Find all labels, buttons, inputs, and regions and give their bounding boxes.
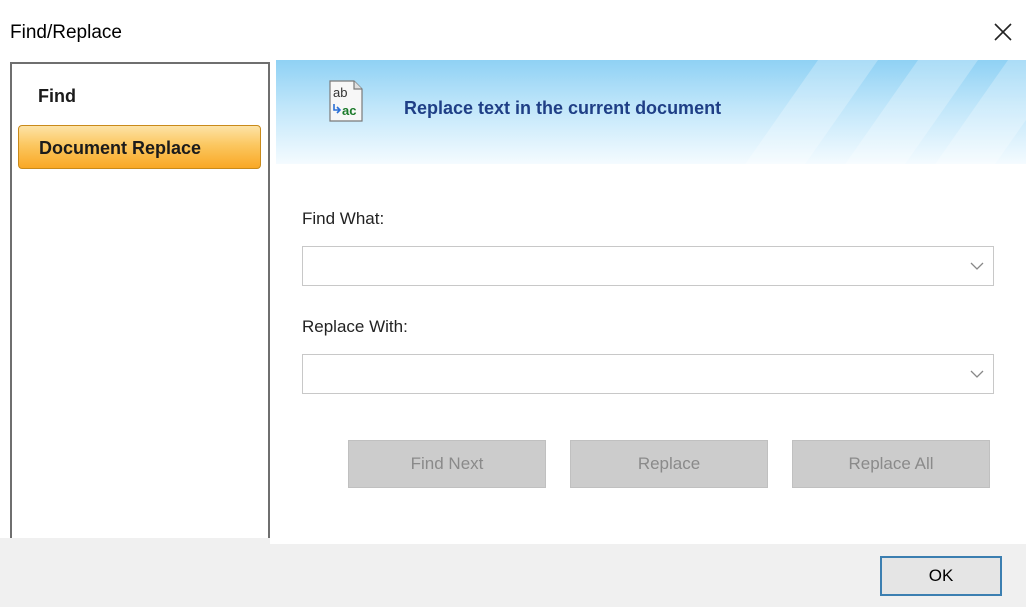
svg-text:ac: ac: [342, 103, 356, 118]
svg-text:ab: ab: [333, 85, 347, 100]
header-banner: ab ac Replace text in the current docume…: [276, 60, 1026, 164]
sidebar: Find Document Replace: [10, 62, 270, 542]
replace-all-button[interactable]: Replace All: [792, 440, 990, 488]
title-bar: Find/Replace: [0, 0, 1026, 60]
find-next-button[interactable]: Find Next: [348, 440, 546, 488]
chevron-down-icon[interactable]: [969, 367, 985, 381]
close-icon: [994, 23, 1012, 41]
banner-title: Replace text in the current document: [404, 98, 722, 118]
footer-bar-left: [0, 538, 270, 607]
sidebar-item-document-replace[interactable]: Document Replace: [18, 125, 261, 169]
window-title: Find/Replace: [10, 22, 122, 43]
sidebar-item-find[interactable]: Find: [18, 74, 261, 118]
replace-with-combobox[interactable]: [302, 354, 994, 394]
find-what-combobox[interactable]: [302, 246, 994, 286]
replace-text-icon: ab ac: [329, 80, 363, 122]
find-what-label: Find What:: [302, 209, 385, 228]
ok-button[interactable]: OK: [880, 556, 1002, 596]
chevron-down-icon[interactable]: [969, 259, 985, 273]
replace-with-label: Replace With:: [302, 317, 408, 336]
close-button[interactable]: [980, 12, 1026, 52]
replace-button[interactable]: Replace: [570, 440, 768, 488]
main-panel: ab ac Replace text in the current docume…: [276, 60, 1026, 544]
